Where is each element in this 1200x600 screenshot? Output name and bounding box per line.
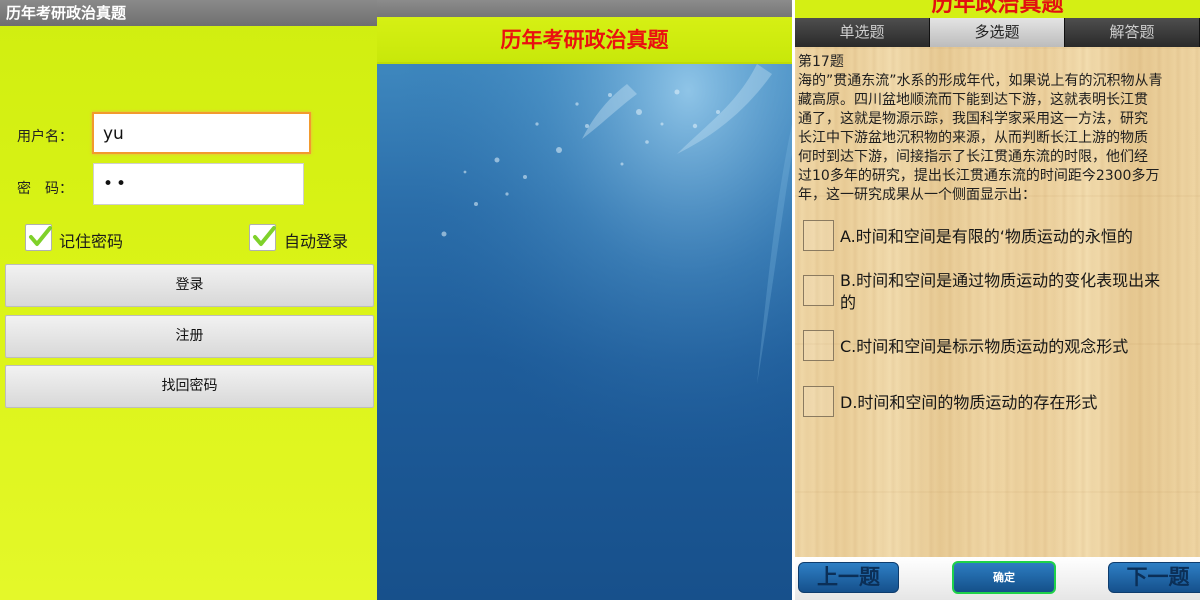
auto-login-label: 自动登录 [284, 232, 349, 251]
question-screen-title: 历年政治真题 [931, 0, 1064, 17]
auto-login-checkbox[interactable] [249, 224, 276, 251]
recover-password-button[interactable]: 找回密码 [5, 365, 374, 408]
question-line: 海的”贯通东流”水系的形成年代，如果说上有的沉积物从青 [798, 73, 1163, 89]
remember-password-label: 记住密码 [59, 232, 124, 251]
login-button[interactable]: 登录 [5, 264, 374, 307]
option-d-text: D.时间和空间的物质运动的存在形式 [840, 393, 1098, 412]
question-line: 藏高原。四川盆地顺流而下能到达下游，这就表明长江贯 [798, 92, 1148, 108]
password-input[interactable]: •• [93, 163, 304, 205]
question-text: 海的”贯通东流”水系的形成年代，如果说上有的沉积物从青 藏高原。四川盆地顺流而下… [798, 72, 1200, 205]
checkmark-icon [29, 226, 52, 246]
username-label: 用户名： [17, 129, 73, 145]
question-line: 何时到达下游，间接指示了长江贯通东流的时限，他们经 [798, 149, 1148, 165]
question-line: 年，这一研究成果从一个侧面显示出： [798, 187, 1036, 203]
password-label: 密 码： [17, 181, 73, 197]
question-line: 通了，这就是物源示踪，我国科学家采用这一方法，研究 [798, 111, 1148, 127]
option-c-text: C.时间和空间是标示物质运动的观念形式 [840, 337, 1129, 356]
tab-multiple-choice[interactable]: 多选题 [930, 18, 1065, 47]
water-splash-image [377, 64, 792, 600]
checkmark-icon [253, 226, 276, 246]
splash-screen: 历年考研政治真题 [377, 0, 792, 600]
option-a-checkbox[interactable] [803, 220, 834, 251]
next-question-button[interactable]: 下一题 [1108, 562, 1200, 593]
status-bar [377, 0, 792, 17]
tab-answer-questions[interactable]: 解答题 [1065, 18, 1200, 47]
tab-single-choice[interactable]: 单选题 [795, 18, 930, 47]
login-screen: 历年考研政治真题 用户名： yu 密 码： •• 记住密码 自动登录 登录 注册… [0, 0, 377, 600]
remember-password-checkbox[interactable] [25, 224, 52, 251]
bottom-navigation: 上一题 确定 下一题 [795, 557, 1200, 600]
title-bar: 历年政治真题 [795, 0, 1200, 18]
option-b-text-continued: 的 [840, 293, 857, 312]
splash-header-title: 历年考研政治真题 [377, 17, 792, 64]
confirm-button[interactable]: 确定 [952, 561, 1056, 594]
question-type-tabs: 单选题 多选题 解答题 [795, 18, 1200, 47]
app-title-bar: 历年考研政治真题 [0, 0, 377, 26]
option-c-checkbox[interactable] [803, 330, 834, 361]
question-number: 第17题 [798, 54, 844, 70]
screenshot-triptych: 历年考研政治真题 用户名： yu 密 码： •• 记住密码 自动登录 登录 注册… [0, 0, 1200, 600]
option-b-checkbox[interactable] [803, 275, 834, 306]
option-b-text: B.时间和空间是通过物质运动的变化表现出来 [840, 271, 1161, 290]
register-button[interactable]: 注册 [5, 315, 374, 358]
previous-question-button[interactable]: 上一题 [798, 562, 899, 593]
question-line: 过10多年的研究，提出长江贯通东流的时间距今2300多万 [798, 168, 1160, 184]
option-a-text: A.时间和空间是有限的‘物质运动的永恒的 [840, 227, 1133, 246]
question-line: 长江中下游盆地沉积物的来源，从而判断长江上游的物质 [798, 130, 1148, 146]
username-input[interactable]: yu [92, 112, 311, 154]
option-d-checkbox[interactable] [803, 386, 834, 417]
question-screen: 历年政治真题 单选题 多选题 解答题 第17题 海的”贯通东流”水系的形成年代，… [795, 0, 1200, 600]
